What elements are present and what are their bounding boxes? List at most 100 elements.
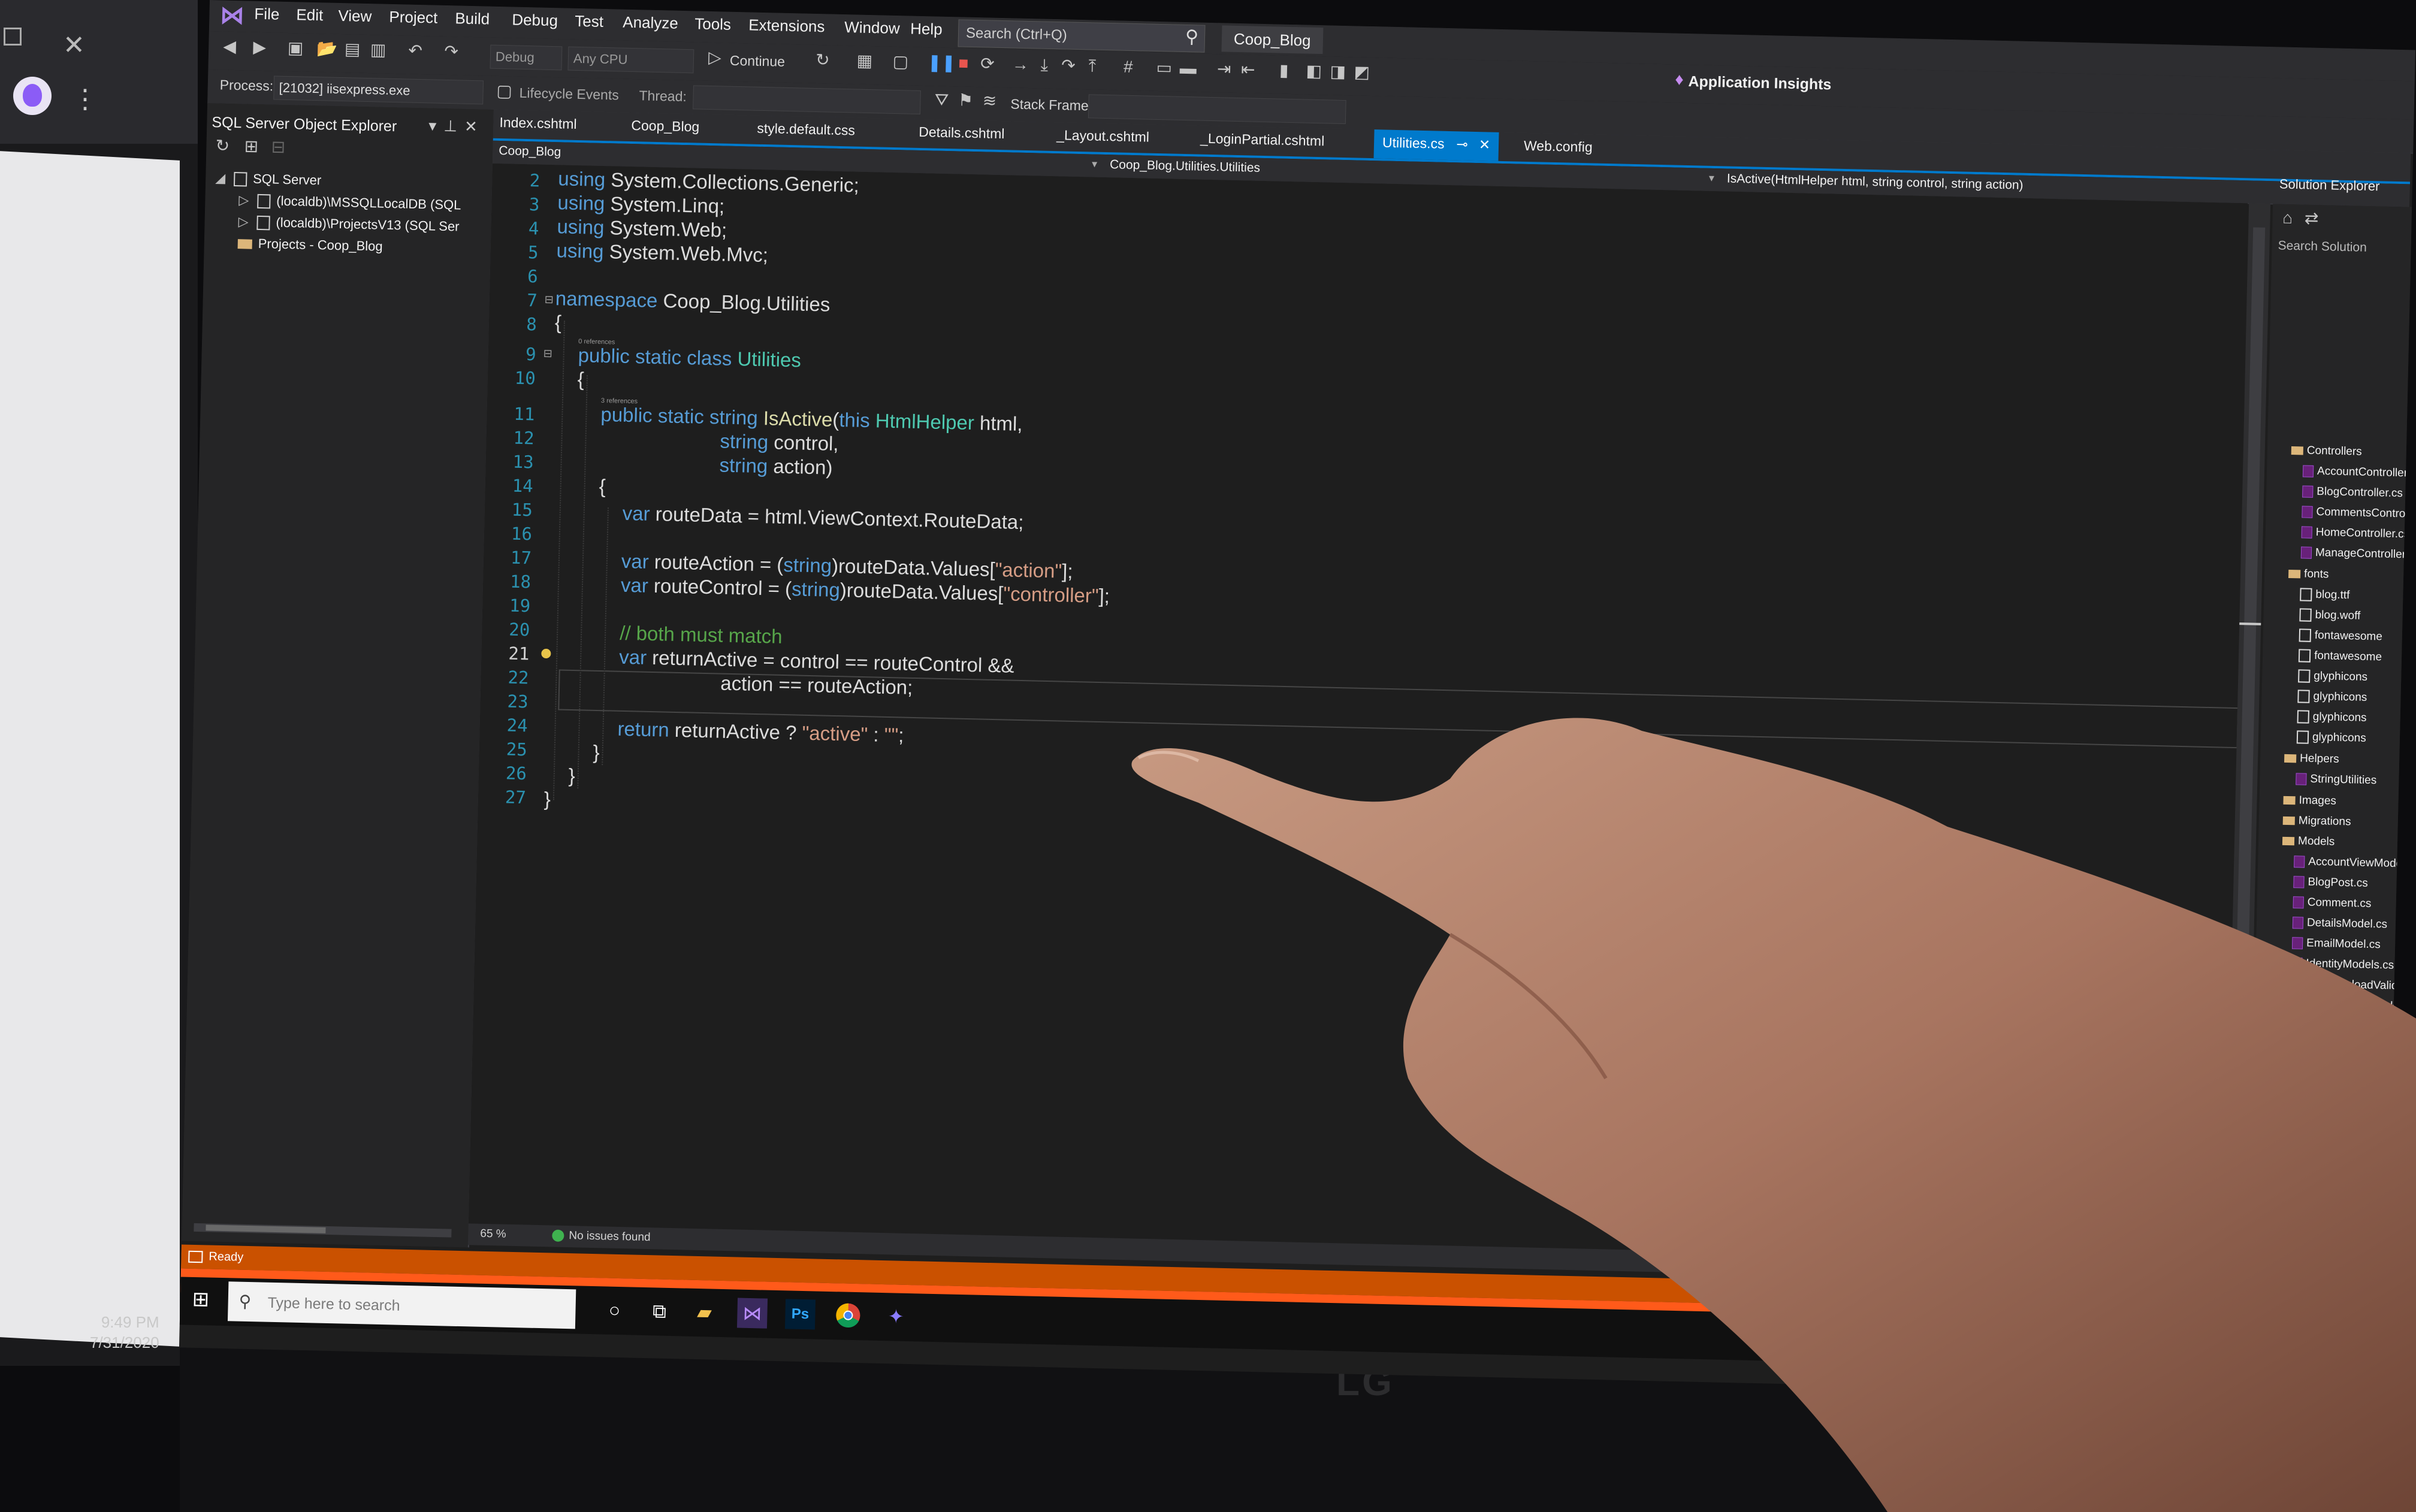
collapse-arrow-icon[interactable]: ◢ (215, 170, 225, 185)
clear-bookmarks-icon[interactable]: ◩ (1352, 62, 1371, 81)
solution-item[interactable]: ManageController.cs (2300, 546, 2415, 561)
back-icon[interactable]: ◀ (221, 37, 239, 56)
menu-file[interactable]: File (254, 5, 280, 24)
taskbar-search-input[interactable]: ⚲ Type here to search (227, 1281, 576, 1329)
tab-web-config[interactable]: Web.config (1524, 138, 1593, 156)
menu-project[interactable]: Project (389, 8, 438, 28)
quick-search-input[interactable]: Search (Ctrl+Q) ⚲ (958, 19, 1206, 53)
teams-icon[interactable]: ✦ (881, 1301, 911, 1332)
profile-avatar[interactable] (13, 77, 52, 115)
pause-icon[interactable]: ❚❚ (928, 53, 956, 72)
solution-item[interactable]: ImageUploadValidator.cs (2291, 977, 2415, 993)
chevron-down-icon[interactable]: ▾ (1709, 172, 1714, 185)
solution-item[interactable]: glyphicons (2297, 710, 2367, 725)
prev-bookmark-icon[interactable]: ◧ (1304, 62, 1323, 81)
tab-index-cshtml[interactable]: Index.cshtml (499, 114, 577, 132)
solution-item[interactable]: blog.woff (2299, 608, 2361, 622)
expand-arrow-icon[interactable]: ▷ (238, 214, 248, 229)
expand-arrow-icon[interactable]: ▷ (238, 192, 249, 207)
solution-item[interactable]: glyphicons (2298, 669, 2367, 684)
home-icon[interactable]: ⌂ (2278, 208, 2297, 227)
comment-icon[interactable]: ▭ (1155, 58, 1174, 77)
solution-item[interactable]: Migrations (2282, 814, 2351, 829)
task-view-icon[interactable]: ⧉ (644, 1296, 675, 1326)
step-out-icon[interactable]: ⤒ (1083, 56, 1102, 75)
uncomment-icon[interactable]: ▬ (1179, 59, 1197, 78)
solution-item[interactable]: HomeController.cs (2301, 525, 2409, 541)
application-insights-button[interactable]: Application Insights (1688, 73, 1831, 93)
member-dropdown[interactable]: IsActive(HtmlHelper html, string control… (1727, 172, 2024, 193)
chrome-icon[interactable] (833, 1300, 863, 1330)
solution-item[interactable]: fontawesome (2298, 649, 2382, 664)
filter-icon[interactable]: ⛛ (932, 90, 951, 109)
restore-icon[interactable] (4, 28, 22, 46)
lightbulb-icon[interactable] (541, 648, 551, 659)
solution-item[interactable]: blog.ttf (2300, 588, 2350, 602)
close-icon[interactable]: ✕ (464, 117, 485, 136)
tree-item-sql-server[interactable]: ◢ SQL Server (215, 170, 322, 188)
stop-icon[interactable]: ■ (955, 53, 973, 72)
menu-view[interactable]: View (338, 7, 372, 26)
code-editor[interactable]: 2 3 4 5 6 7 8 9 10 11 12 13 14 15 16 17 … (468, 163, 2248, 1281)
photoshop-icon[interactable]: Ps (784, 1299, 816, 1330)
system-clock[interactable]: 9:49 PM 7/31/2020 (90, 1312, 159, 1353)
show-next-statement-icon[interactable]: → (1011, 55, 1030, 74)
solution-item[interactable]: fontawesome (2299, 628, 2382, 643)
tree-item-projects[interactable]: Projects - Coop_Blog (237, 235, 383, 254)
menu-build[interactable]: Build (455, 9, 490, 28)
save-all-icon[interactable]: ▥ (369, 40, 388, 59)
solution-item[interactable]: CommentsController.cs (2302, 505, 2415, 521)
add-server-icon[interactable]: ⊞ (242, 137, 261, 156)
tree-item-mssqllocaldb[interactable]: ▷ (localdb)\MSSQLLocalDB (SQL (238, 192, 461, 213)
solution-item[interactable]: EmailModel.cs (2291, 936, 2381, 951)
zoom-level-select[interactable]: 65 % (480, 1227, 506, 1241)
tab-coop-blog[interactable]: Coop_Blog (631, 117, 699, 135)
continue-button[interactable]: Continue (730, 53, 786, 70)
flag-icon[interactable]: ⚑ (956, 90, 975, 110)
tab-layout-cshtml[interactable]: _Layout.cshtml (1056, 127, 1149, 146)
windows-start-icon[interactable]: ⊞ (192, 1288, 213, 1311)
solution-item[interactable]: fonts (2288, 567, 2329, 582)
project-dropdown[interactable]: Coop_Blog (499, 144, 561, 159)
tree-item-projectsv13[interactable]: ▷ (localdb)\ProjectsV13 (SQL Ser (238, 214, 459, 235)
menu-window[interactable]: Window (844, 18, 900, 38)
solution-search-input[interactable]: Search Solution (2278, 238, 2367, 255)
solution-item[interactable]: Models (2282, 834, 2335, 849)
outdent-icon[interactable]: ⇤ (1239, 60, 1257, 79)
more-menu-icon[interactable]: ⋮ (72, 84, 98, 114)
refresh-icon[interactable]: ↻ (213, 136, 232, 155)
pin-tab-icon[interactable]: ⊸ (1456, 136, 1468, 152)
chevron-down-icon[interactable]: ▾ (1092, 158, 1097, 170)
stack-icon[interactable]: ≋ (980, 91, 999, 110)
tab-style-default-css[interactable]: style.default.css (757, 120, 855, 139)
next-bookmark-icon[interactable]: ◨ (1328, 62, 1347, 81)
hex-display-icon[interactable]: # (1119, 58, 1138, 76)
stack-frame-select[interactable] (1088, 94, 1346, 125)
solution-item[interactable]: Images (2283, 794, 2336, 808)
type-dropdown[interactable]: Coop_Blog.Utilities.Utilities (1110, 158, 1260, 176)
process-select[interactable]: [21032] iisexpress.exe (273, 75, 484, 105)
continue-icon[interactable]: ▷ (706, 48, 724, 67)
horizontal-scrollbar[interactable] (194, 1223, 452, 1238)
menu-extensions[interactable]: Extensions (748, 16, 825, 36)
solution-item[interactable]: IdentityModels.cs (2291, 957, 2394, 972)
pin-icon[interactable]: ⊥ (443, 117, 464, 135)
solution-item[interactable]: StringUtilities (2296, 772, 2376, 787)
solution-item[interactable]: DetailsModel.cs (2292, 916, 2387, 932)
close-icon[interactable]: ✕ (63, 30, 85, 61)
tab-utilities-cs[interactable]: Utilities.cs ⊸ ✕ (1373, 129, 1499, 161)
solution-item[interactable]: Helpers (2284, 752, 2339, 766)
solution-platform-select[interactable]: Any CPU (567, 46, 694, 74)
menu-debug[interactable]: Debug (512, 10, 558, 30)
file-explorer-icon[interactable]: ▰ (689, 1297, 720, 1327)
refresh-icon[interactable]: ↻ (814, 50, 832, 69)
undo-icon[interactable]: ↶ (406, 41, 425, 61)
browser-link-icon[interactable]: ▦ (856, 52, 874, 71)
new-project-icon[interactable]: ▣ (286, 38, 305, 58)
bookmark-icon[interactable]: ▮ (1275, 61, 1293, 80)
solution-item[interactable]: Comment.cs (2293, 896, 2372, 911)
restart-icon[interactable]: ⟳ (979, 54, 997, 73)
step-into-icon[interactable]: ⤓ (1035, 55, 1054, 74)
solution-item[interactable]: glyphicons (2296, 730, 2366, 745)
visual-studio-icon[interactable]: ⋈ (736, 1298, 768, 1329)
